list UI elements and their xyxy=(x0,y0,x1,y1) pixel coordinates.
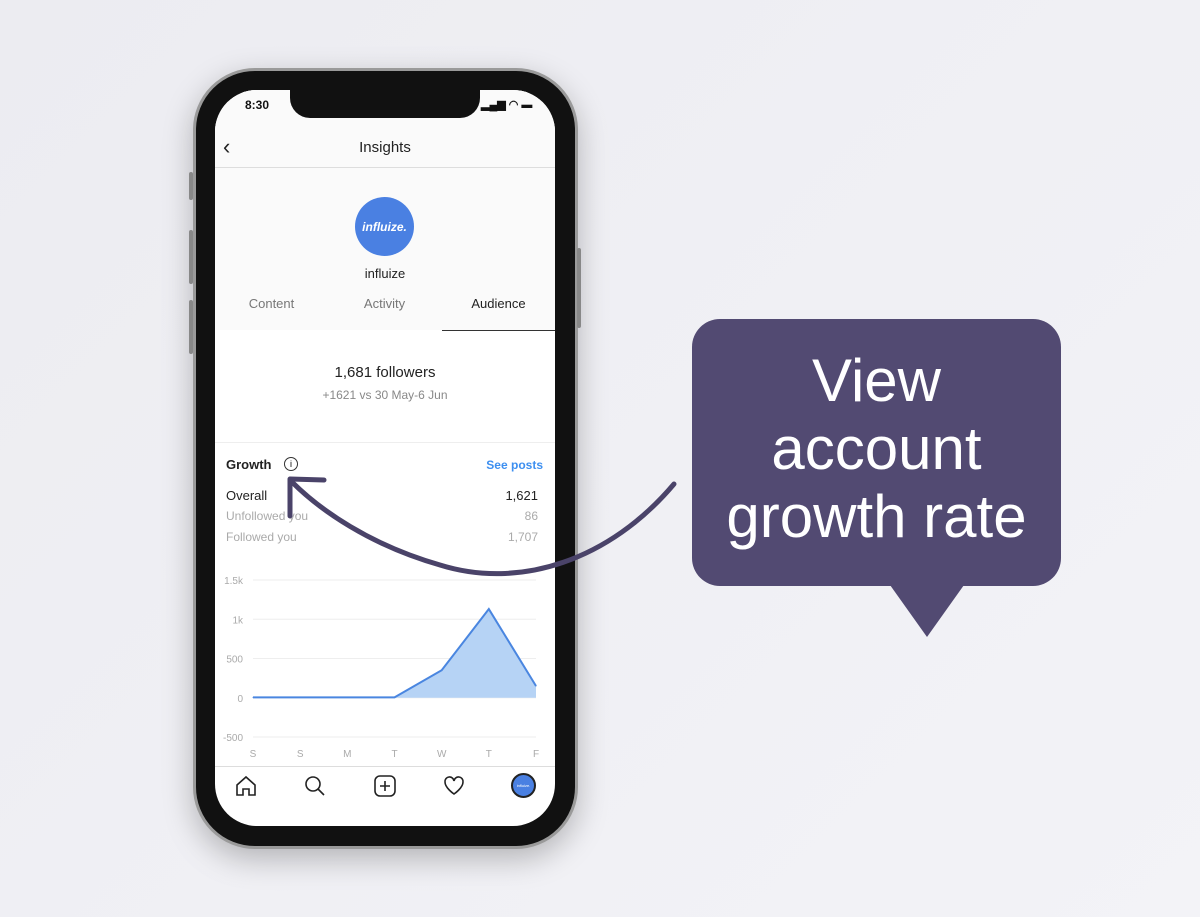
y-tick-label: 500 xyxy=(226,655,243,666)
growth-chart: 1.5k 1k 500 0 -500 S S M T W T F xyxy=(223,576,539,760)
x-tick-label: S xyxy=(250,749,257,760)
overall-label: Overall xyxy=(226,488,268,503)
page-title: Insights xyxy=(359,139,411,156)
profile-name: influize xyxy=(364,266,406,281)
see-posts-link[interactable]: See posts xyxy=(486,458,543,472)
x-tick-label: T xyxy=(486,749,492,760)
x-tick-label: W xyxy=(437,749,447,760)
data-point xyxy=(535,685,537,687)
bottom-nav: influize. xyxy=(215,772,555,802)
area-fill xyxy=(253,609,536,698)
callout-line-2: account xyxy=(771,415,982,482)
callout-text: View account growth rate xyxy=(692,347,1061,551)
y-tick-label: -500 xyxy=(223,733,243,744)
search-icon[interactable] xyxy=(303,774,327,798)
data-point xyxy=(252,696,254,698)
y-tick-label: 0 xyxy=(237,694,243,705)
callout-tail xyxy=(890,585,964,637)
status-icons: ▂▄▆ ◠ ▬ xyxy=(481,99,533,111)
phone-screen: 8:30 ▂▄▆ ◠ ▬ ‹ Insights influize. influi… xyxy=(215,90,555,826)
callout-line-3: growth rate xyxy=(692,483,1061,551)
overall-value: 1,621 xyxy=(505,488,538,503)
profile-avatar[interactable]: influize. xyxy=(511,773,536,798)
data-point xyxy=(441,669,443,671)
x-tick-label: F xyxy=(533,749,539,760)
profile-logo: influize. xyxy=(355,197,414,256)
followed-label: Followed you xyxy=(226,530,297,544)
unfollowed-value: 86 xyxy=(524,509,538,523)
add-icon[interactable] xyxy=(373,774,397,798)
followers-count: 1,681 followers xyxy=(334,364,436,381)
data-point xyxy=(488,608,490,610)
y-tick-label: 1k xyxy=(232,615,244,626)
unfollowed-label: Unfollowed you xyxy=(226,509,309,523)
growth-title: Growth xyxy=(226,457,272,472)
callout-line-1: View xyxy=(812,347,941,414)
tab-audience[interactable]: Audience xyxy=(442,296,555,311)
x-tick-label: T xyxy=(391,749,397,760)
tab-activity[interactable]: Activity xyxy=(328,296,441,311)
y-tick-label: 1.5k xyxy=(224,576,244,587)
home-icon[interactable] xyxy=(234,774,258,798)
callout-rest: rate xyxy=(906,483,1027,550)
callout-bold: growth xyxy=(726,483,907,550)
x-tick-label: M xyxy=(343,749,351,760)
tab-content[interactable]: Content xyxy=(215,296,328,311)
followers-delta: +1621 vs 30 May-6 Jun xyxy=(322,388,448,402)
data-point xyxy=(299,696,301,698)
data-point xyxy=(346,696,348,698)
info-icon[interactable]: i xyxy=(284,457,298,471)
status-time: 8:30 xyxy=(245,98,270,112)
heart-icon[interactable] xyxy=(442,774,466,798)
x-tick-label: S xyxy=(297,749,304,760)
data-point xyxy=(394,696,395,698)
followed-value: 1,707 xyxy=(507,530,538,544)
